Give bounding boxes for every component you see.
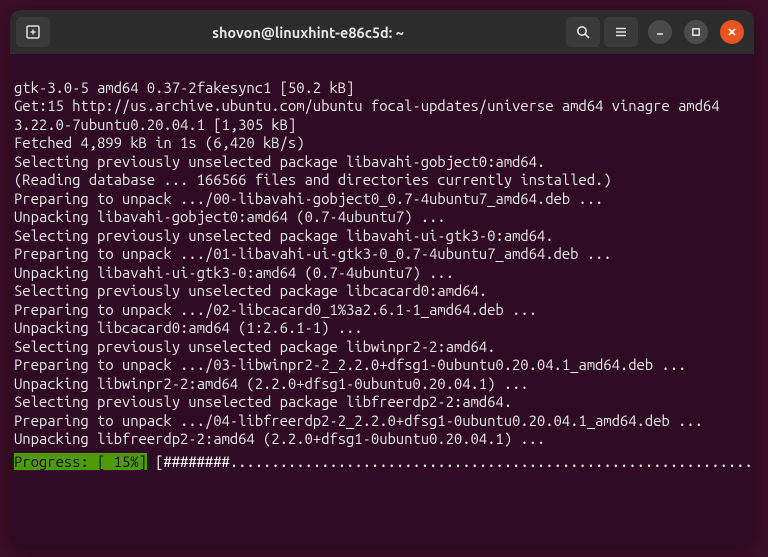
terminal-line: Preparing to unpack .../03-libwinpr2-2_2… — [14, 356, 752, 375]
search-button[interactable] — [566, 17, 600, 47]
terminal-line: Unpacking libavahi-ui-gtk3-0:amd64 (0.7-… — [14, 264, 454, 281]
new-tab-button[interactable] — [16, 17, 50, 47]
minimize-button[interactable] — [648, 20, 672, 44]
terminal-line: Fetched 4,899 kB in 1s (6,420 kB/s) — [14, 134, 305, 151]
close-button[interactable] — [720, 20, 744, 44]
terminal-line: Preparing to unpack .../00-libavahi-gobj… — [14, 190, 603, 207]
progress-label: Progress: [ 15%] — [14, 453, 147, 470]
terminal-line: Selecting previously unselected package … — [14, 393, 512, 410]
terminal-body[interactable]: gtk-3.0-5 amd64 0.37-2fakesync1 [50.2 kB… — [10, 54, 754, 475]
window-controls — [648, 20, 744, 44]
menu-button[interactable] — [604, 17, 638, 47]
terminal-line: Selecting previously unselected package … — [14, 227, 554, 244]
window-title: shovon@linuxhint-e86c5d: ~ — [54, 24, 562, 41]
terminal-line: Get:15 http://us.archive.ubuntu.com/ubun… — [14, 97, 752, 134]
terminal-line: gtk-3.0-5 amd64 0.37-2fakesync1 [50.2 kB… — [14, 79, 354, 96]
terminal-line: Unpacking libcacard0:amd64 (1:2.6.1-1) .… — [14, 319, 363, 336]
terminal-line: Preparing to unpack .../02-libcacard0_1%… — [14, 301, 537, 318]
terminal-line: Preparing to unpack .../01-libavahi-ui-g… — [14, 245, 612, 262]
maximize-button[interactable] — [684, 20, 708, 44]
terminal-line: Selecting previously unselected package … — [14, 282, 487, 299]
terminal-line: Unpacking libfreerdp2-2:amd64 (2.2.0+dfs… — [14, 430, 545, 447]
progress-line: Progress: [ 15%] [########..............… — [14, 453, 750, 472]
terminal-window: shovon@linuxhint-e86c5d: ~ gtk-3.0-5 am — [10, 10, 754, 546]
terminal-line: Unpacking libavahi-gobject0:amd64 (0.7-4… — [14, 208, 446, 225]
terminal-line: Unpacking libwinpr2-2:amd64 (2.2.0+dfsg1… — [14, 375, 529, 392]
terminal-line: (Reading database ... 166566 files and d… — [14, 171, 612, 188]
terminal-line: Selecting previously unselected package … — [14, 338, 495, 355]
titlebar: shovon@linuxhint-e86c5d: ~ — [10, 10, 754, 54]
progress-bar: [########...............................… — [147, 453, 754, 470]
terminal-line: Preparing to unpack .../04-libfreerdp2-2… — [14, 412, 752, 431]
terminal-line: Selecting previously unselected package … — [14, 153, 545, 170]
